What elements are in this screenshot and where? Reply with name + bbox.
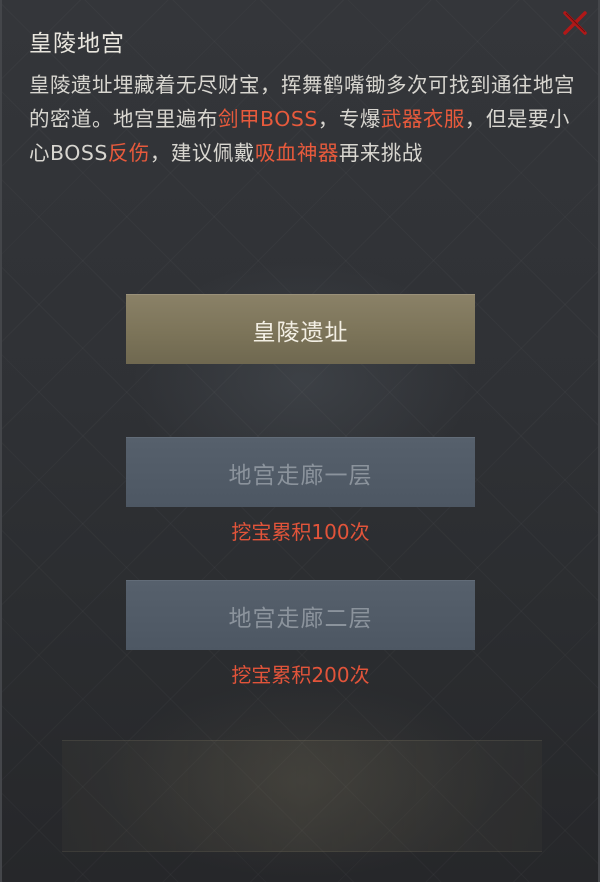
close-button[interactable] bbox=[560, 8, 590, 38]
corridor-floor-2-button[interactable]: 地宫走廊二层 bbox=[126, 580, 475, 650]
corridor-floor-1-button[interactable]: 地宫走廊一层 bbox=[126, 437, 475, 507]
corridor-floor-1-requirement: 挖宝累积100次 bbox=[231, 520, 370, 544]
description-highlight: 反伤 bbox=[107, 141, 150, 165]
description-highlight: 武器衣服 bbox=[380, 107, 465, 131]
description-text: 再来挑战 bbox=[338, 141, 423, 165]
dialog-panel: 皇陵地宫 皇陵遗址埋藏着无尽财宝，挥舞鹤嘴锄多次可找到通往地宫的密道。地宫里遍布… bbox=[0, 0, 600, 882]
background-scenery bbox=[62, 740, 542, 852]
dialog-title: 皇陵地宫 bbox=[29, 31, 125, 57]
description-highlight: 剑甲BOSS bbox=[218, 107, 318, 131]
imperial-tomb-ruins-button[interactable]: 皇陵遗址 bbox=[126, 294, 475, 364]
button-label: 地宫走廊一层 bbox=[228, 462, 373, 489]
corridor-floor-2-requirement: 挖宝累积200次 bbox=[231, 663, 370, 687]
button-label: 皇陵遗址 bbox=[252, 319, 349, 346]
button-label: 地宫走廊二层 bbox=[228, 605, 373, 632]
description-text: ，建议佩戴 bbox=[149, 141, 255, 165]
close-icon bbox=[563, 11, 587, 35]
description-highlight: 吸血神器 bbox=[254, 141, 339, 165]
description-text: ，专爆 bbox=[317, 107, 381, 131]
dialog-description: 皇陵遗址埋藏着无尽财宝，挥舞鹤嘴锄多次可找到通往地宫的密道。地宫里遍布剑甲BOS… bbox=[29, 68, 584, 170]
